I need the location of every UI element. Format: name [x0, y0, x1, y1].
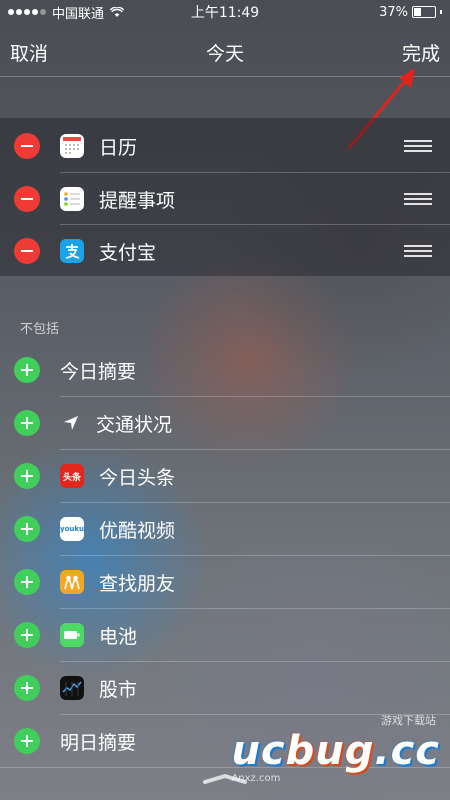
watermark-top-text: 游戏下载站: [381, 714, 436, 727]
reorder-handle-icon[interactable]: [404, 193, 432, 205]
done-button[interactable]: 完成: [402, 39, 440, 66]
remove-button[interactable]: [14, 238, 40, 264]
calendar-icon: [60, 134, 84, 158]
widget-label: 交通状况: [96, 413, 173, 436]
youku-icon-text: youku: [60, 525, 84, 533]
widget-row-battery: 电池: [0, 609, 450, 661]
status-bar: 中国联通 上午11:49 37%: [0, 0, 450, 24]
add-button[interactable]: [14, 569, 40, 595]
reminders-icon: [60, 187, 84, 211]
widget-row-stocks: 股市: [0, 662, 450, 714]
add-button[interactable]: [14, 675, 40, 701]
section-title-excluded: 不包括: [20, 322, 60, 337]
widget-label: 优酷视频: [99, 519, 176, 542]
add-button[interactable]: [14, 622, 40, 648]
page-title: 今天: [205, 42, 244, 65]
toutiao-icon: 头条: [60, 464, 84, 488]
widget-label: 今日摘要: [60, 360, 137, 383]
add-button[interactable]: [14, 357, 40, 383]
status-time: 上午11:49: [190, 5, 260, 21]
battery-percent: 37%: [379, 4, 408, 20]
reorder-handle-icon[interactable]: [404, 140, 432, 152]
widget-row-youku: youku 优酷视频: [0, 503, 450, 555]
widget-label: 日历: [99, 136, 138, 159]
watermark-part-b: bug: [285, 728, 375, 774]
widget-label: 支付宝: [99, 241, 157, 264]
alipay-icon: [60, 239, 84, 263]
battery-widget-icon: [60, 623, 84, 647]
watermark-logo: 游戏下载站 ucbug.cc Anxz.com: [231, 714, 440, 784]
add-button[interactable]: [14, 728, 40, 754]
widget-row-traffic: 交通状况: [0, 397, 450, 449]
signal-dots-icon: [8, 9, 46, 15]
cancel-button[interactable]: 取消: [10, 39, 48, 66]
add-button[interactable]: [14, 410, 40, 436]
widget-label: 明日摘要: [60, 731, 137, 754]
widget-row-today-summary: 今日摘要: [0, 344, 450, 396]
stocks-icon: [60, 676, 84, 700]
included-widgets: 日历 提醒事项 支付宝: [0, 118, 450, 276]
watermark-sub-text: Anxz.com: [231, 773, 281, 784]
widget-label: 今日头条: [99, 466, 176, 489]
find-friends-icon: [60, 570, 84, 594]
widget-row-reminders: 提醒事项: [0, 173, 450, 225]
widget-label: 股市: [99, 678, 138, 701]
widget-row-alipay: 支付宝: [0, 225, 450, 277]
location-arrow-icon: [64, 416, 78, 430]
widget-row-find-friends: 查找朋友: [0, 556, 450, 608]
add-button[interactable]: [14, 516, 40, 542]
remove-button[interactable]: [14, 186, 40, 212]
reorder-handle-icon[interactable]: [404, 245, 432, 257]
toutiao-icon-text: 头条: [62, 472, 81, 483]
wifi-icon: [110, 6, 125, 17]
widget-label: 查找朋友: [99, 572, 176, 595]
battery-icon: [412, 6, 436, 18]
battery-indicator: 37%: [379, 5, 442, 20]
remove-button[interactable]: [14, 133, 40, 159]
widget-label: 电池: [99, 625, 138, 648]
carrier-name: 中国联通: [52, 6, 105, 22]
watermark-part-a: uc: [231, 728, 286, 774]
widget-row-calendar: 日历: [0, 120, 450, 172]
watermark-part-c: .cc: [374, 728, 440, 774]
add-button[interactable]: [14, 463, 40, 489]
widget-row-toutiao: 头条 今日头条: [0, 450, 450, 502]
youku-icon: youku: [60, 517, 84, 541]
widget-label: 提醒事项: [99, 189, 176, 212]
